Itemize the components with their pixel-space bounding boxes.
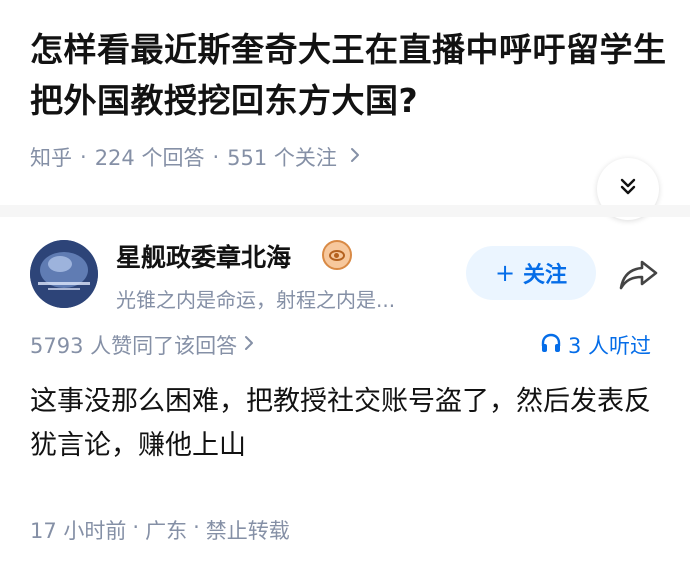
follower-count: 551 个关注	[227, 146, 337, 170]
answer-meta: 17 小时前 · 广东 · 禁止转载	[30, 515, 290, 545]
author-name[interactable]: 星舰政委章北海	[116, 238, 291, 274]
meta-separator: ·	[193, 515, 200, 539]
follow-button[interactable]: + 关注	[466, 246, 596, 300]
chevron-right-icon	[349, 145, 361, 169]
copyright-notice: 禁止转载	[205, 519, 290, 543]
vote-count-text: 5793 人赞同了该回答	[30, 334, 238, 358]
listen-count[interactable]: 3 人听过	[540, 330, 651, 360]
chevron-right-icon	[243, 333, 255, 357]
platform-name: 知乎	[30, 146, 72, 170]
avatar[interactable]	[30, 240, 98, 308]
meta-separator: ·	[212, 145, 220, 169]
answer-count: 224 个回答	[94, 146, 205, 170]
meta-separator: ·	[132, 515, 140, 539]
certification-badge-icon	[322, 240, 352, 270]
follow-label: 关注	[523, 263, 568, 288]
meta-separator: ·	[80, 145, 87, 169]
question-meta[interactable]: 知乎 · 224 个回答 · 551 个关注	[30, 142, 361, 172]
section-divider	[0, 205, 690, 217]
answer-location: 广东	[145, 519, 188, 543]
author-bio: 光锥之内是命运，射程之内是...	[116, 288, 396, 312]
headphones-icon	[540, 332, 562, 359]
avatar-image	[30, 240, 98, 308]
share-icon[interactable]	[618, 258, 660, 292]
answer-content[interactable]: 这事没那么困难，把教授社交账号盗了，然后发表反犹言论，赚他上山	[30, 380, 660, 468]
vote-count[interactable]: 5793 人赞同了该回答	[30, 330, 255, 360]
question-title[interactable]: 怎样看最近斯奎奇大王在直播中呼吁留学生把外国教授挖回东方大国?	[30, 24, 670, 126]
zhihu-answer-page: 怎样看最近斯奎奇大王在直播中呼吁留学生把外国教授挖回东方大国? 知乎 · 224…	[0, 0, 690, 576]
answer-time: 17 小时前	[30, 519, 127, 543]
plus-icon: +	[494, 259, 516, 287]
listen-count-text: 3 人听过	[568, 334, 652, 358]
double-chevron-down-icon	[617, 176, 639, 202]
